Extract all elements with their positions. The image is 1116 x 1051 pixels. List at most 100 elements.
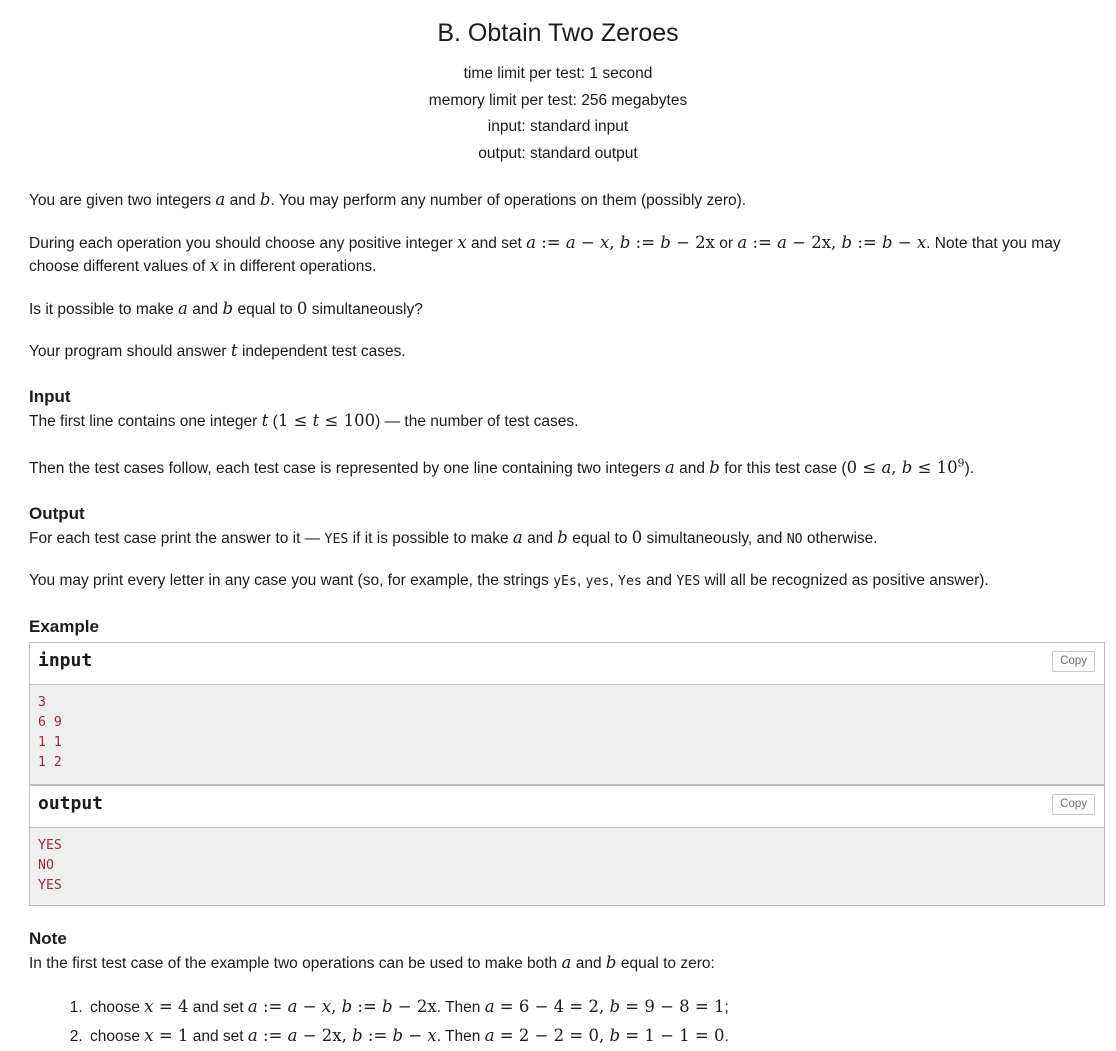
p3-text-a: Is it possible to make	[29, 300, 179, 318]
output-l2-sep2: ,	[609, 572, 618, 590]
no-token: NO	[786, 531, 803, 547]
step2-end: .	[724, 1027, 729, 1045]
p3-text-d: simultaneously?	[307, 300, 423, 318]
note-intro-c: equal to zero:	[616, 955, 715, 973]
p2-text-b: and set	[466, 234, 527, 252]
step2-choose: x = 1	[144, 1025, 189, 1045]
statement-body: You are given two integers a and b. You …	[0, 189, 1116, 1051]
p2-text-a: During each operation you should choose …	[29, 234, 458, 252]
num-zero: 0	[296, 298, 308, 318]
note-section-heading: Note	[29, 929, 67, 949]
var-a: a	[215, 190, 226, 210]
input-l2-c: for this test case (	[719, 460, 847, 478]
output-section-heading: Output	[29, 503, 85, 523]
input-l1-c: ) — the number of test cases.	[375, 412, 579, 430]
case-variant-1: yEs	[553, 574, 577, 590]
operation-formula-1: a := a − x, b := b − 2x	[526, 232, 715, 252]
var-x: x	[457, 232, 467, 252]
output-l2-sep1: ,	[576, 572, 586, 590]
step2-pre: choose	[90, 1027, 145, 1045]
output-l2-c: will all be recognized as positive answe…	[700, 572, 989, 590]
note-intro-b: and	[571, 955, 606, 973]
statement-paragraph-3: Is it possible to make a and b equal to …	[29, 298, 1104, 322]
ab-range-base: 0 ≤ a, b ≤ 10	[846, 458, 958, 478]
output-l1-b: if it is possible to make	[348, 529, 513, 547]
sample-input-block: input Copy 3 6 9 1 1 1 2	[29, 641, 1105, 785]
step2-result: a = 2 − 2 = 0, b = 1 − 1 = 0	[484, 1025, 725, 1045]
step2-mid: and set	[188, 1027, 248, 1045]
case-variant-4: YES	[676, 574, 701, 590]
note-steps-list: choose x = 4 and set a := a − x, b := b …	[29, 993, 1104, 1051]
input-l2-b: and	[674, 460, 710, 478]
input-line-1: The first line contains one integer t (1…	[29, 410, 1104, 434]
sample-input-header: input Copy	[29, 641, 1105, 684]
p3-text-c: equal to	[233, 300, 297, 318]
var-a: a	[664, 458, 675, 478]
step1-end: ;	[724, 998, 729, 1016]
yes-token: YES	[324, 531, 349, 547]
var-b: b	[605, 953, 617, 973]
list-item: choose x = 4 and set a := a − x, b := b …	[87, 993, 1104, 1022]
page-title: B. Obtain Two Zeroes	[437, 19, 679, 47]
p2-text-e: in different operations.	[219, 258, 377, 276]
note-intro: In the first test case of the example tw…	[29, 952, 1104, 976]
time-limit: time limit per test: 1 second	[463, 65, 653, 83]
input-l2-a: Then the test cases follow, each test ca…	[29, 460, 665, 478]
sample-output-block: output Copy YES NO YES	[29, 784, 1105, 907]
var-a: a	[561, 953, 572, 973]
p4-text-a: Your program should answer	[29, 343, 231, 361]
case-variant-3: Yes	[618, 574, 642, 590]
output-l2-b: and	[641, 572, 677, 590]
output-l1-f: otherwise.	[802, 529, 878, 547]
statement-paragraph-1: You are given two integers a and b. You …	[29, 189, 1104, 213]
var-x-2: x	[209, 256, 220, 276]
var-b: b	[557, 527, 568, 547]
sample-input-label: input	[38, 649, 93, 671]
var-a: a	[512, 527, 523, 547]
input-l2-d: ).	[964, 460, 975, 478]
p1-text-a: You are given two integers	[29, 192, 216, 210]
input-l1-a: The first line contains one integer	[29, 412, 262, 430]
output-l1-a: For each test case print the answer to i…	[29, 529, 325, 547]
list-item: choose x = 1 and set a := a − 2x, b := b…	[87, 1022, 1104, 1051]
step2-formula: a := a − 2x, b := b − x	[247, 1025, 437, 1045]
var-b: b	[222, 298, 234, 318]
output-l2-a: You may print every letter in any case y…	[29, 572, 554, 590]
t-range: 1 ≤ t ≤ 100	[277, 410, 376, 430]
output-l1-e: simultaneously, and	[642, 529, 787, 547]
sample-output-data: YES NO YES	[29, 826, 1105, 907]
step2-then: . Then	[436, 1027, 485, 1045]
step1-then: . Then	[436, 998, 485, 1016]
copy-input-button[interactable]: Copy	[1052, 650, 1095, 673]
var-t: t	[230, 341, 238, 361]
operation-formula-2: a := a − 2x, b := b − x	[737, 232, 927, 252]
num-zero: 0	[631, 527, 643, 547]
sample-input-data: 3 6 9 1 1 1 2	[29, 683, 1105, 785]
memory-limit: memory limit per test: 256 megabytes	[428, 91, 688, 109]
input-l1-b: (	[268, 412, 278, 430]
copy-output-button[interactable]: Copy	[1052, 793, 1095, 816]
p1-text-c: . You may perform any number of operatio…	[270, 192, 747, 210]
step1-result: a = 6 − 4 = 2, b = 9 − 8 = 1	[484, 996, 725, 1016]
p2-text-c: or	[714, 234, 738, 252]
p1-text-b: and	[225, 192, 260, 210]
step1-mid: and set	[188, 998, 248, 1016]
case-variant-2: yes	[585, 574, 610, 590]
statement-paragraph-2: During each operation you should choose …	[29, 232, 1104, 279]
p3-text-b: and	[187, 300, 223, 318]
note-intro-a: In the first test case of the example tw…	[29, 955, 562, 973]
var-b: b	[259, 190, 271, 210]
ab-range-exponent: 9	[957, 456, 965, 470]
input-source: input: standard input	[487, 118, 629, 136]
output-line-1: For each test case print the answer to i…	[29, 527, 1104, 552]
step1-pre: choose	[90, 998, 145, 1016]
output-source: output: standard output	[478, 144, 638, 162]
ab-range: 0 ≤ a, b ≤ 109	[846, 456, 965, 478]
step1-formula: a := a − x, b := b − 2x	[247, 996, 437, 1016]
sample-tests: input Copy 3 6 9 1 1 1 2 output Copy YES…	[29, 641, 1105, 907]
output-line-2: You may print every letter in any case y…	[29, 570, 1104, 594]
problem-statement-page: B. Obtain Two Zeroes time limit per test…	[0, 0, 1116, 1051]
p4-text-b: independent test cases.	[237, 343, 406, 361]
output-l1-c: and	[522, 529, 558, 547]
sample-output-header: output Copy	[29, 784, 1105, 827]
